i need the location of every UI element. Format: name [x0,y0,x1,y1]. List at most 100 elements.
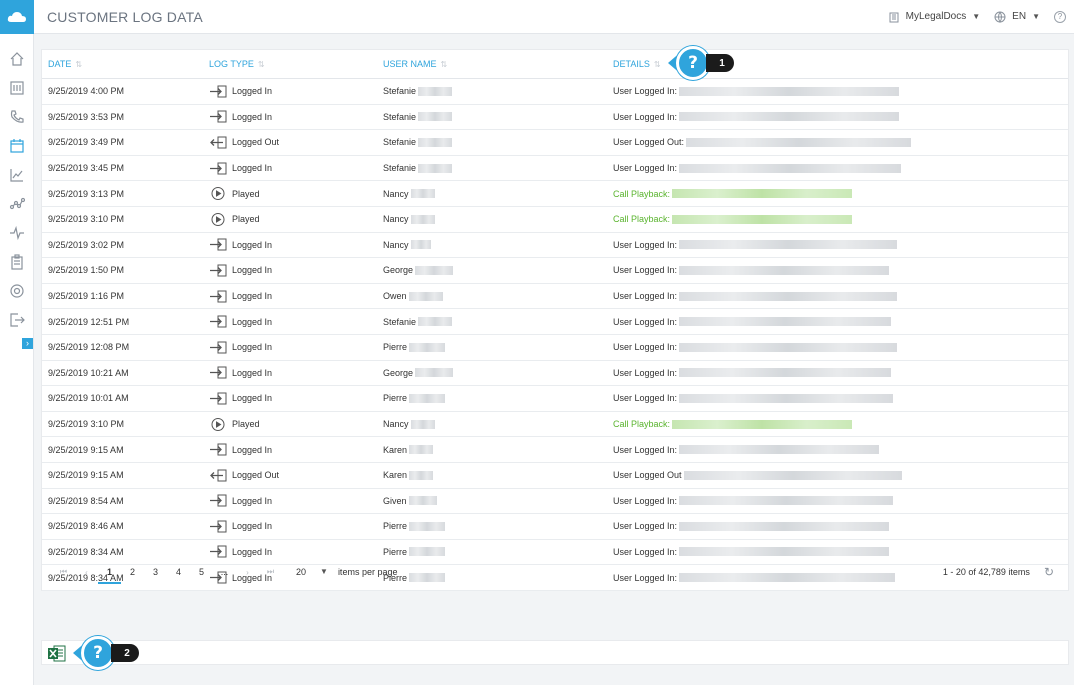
account-selector[interactable]: MyLegalDocs [906,11,967,22]
user-first-name: Given [383,495,407,506]
excel-export-icon[interactable] [48,645,66,662]
table-row[interactable]: 9/25/2019 4:00 PM Logged In Stefanie User L… [42,79,1068,105]
log-type-label: Logged Out [232,470,280,481]
details-label: Call Playback: [613,419,671,430]
cell-user-name: Owen [377,291,607,301]
sidebar-expand-button[interactable]: › [22,338,33,349]
redacted-surname [410,214,435,224]
sidebar-item-home[interactable] [0,44,34,73]
prev-page-button[interactable]: ‹ [75,568,98,577]
logout-arrow-icon [209,136,227,149]
help-icon[interactable]: ? [1054,10,1066,23]
sidebar-item-calendar[interactable] [0,131,34,160]
redacted-details [683,470,902,480]
cell-log-type: Logged In [203,494,377,507]
redacted-surname [409,521,446,531]
user-first-name: Karen [383,470,408,481]
redacted-surname [418,163,453,173]
cell-user-name: Stefanie [377,317,607,327]
table-row[interactable]: 9/25/2019 10:01 AM Logged In Pierre User Lo… [42,386,1068,412]
help-icon[interactable]: ? [676,46,710,80]
sidebar-item-analytics[interactable] [0,189,34,218]
user-first-name: Owen [383,291,407,302]
table-row[interactable]: 9/25/2019 3:10 PM Played Nancy Call Playbac… [42,412,1068,438]
sort-icon[interactable]: ⇅ [258,60,265,69]
chevron-down-icon[interactable]: ▼ [1032,12,1040,21]
sort-icon[interactable]: ⇅ [654,60,661,69]
table-row[interactable]: 9/25/2019 3:53 PM Logged In Stefanie User L… [42,105,1068,131]
first-page-button[interactable]: ⏮ [52,567,75,577]
language-selector[interactable]: EN [1012,11,1026,22]
page-4-button[interactable]: 4 [167,567,190,577]
sidebar-item-logout[interactable] [0,305,34,334]
cell-date: 9/25/2019 3:13 PM [48,188,125,199]
page-3-button[interactable]: 3 [144,567,167,577]
table-row[interactable]: 9/25/2019 12:51 PM Logged In Stefanie User … [42,309,1068,335]
sort-icon[interactable]: ⇅ [75,60,82,69]
table-row[interactable]: 9/25/2019 10:21 AM Logged In George User Lo… [42,361,1068,387]
column-header-user-name[interactable]: USER NAME ⇅ [377,59,607,69]
redacted-surname [410,189,435,199]
help-icon[interactable]: ? [81,636,115,670]
page-2-button[interactable]: 2 [121,567,144,577]
cell-date: 9/25/2019 9:15 AM [48,444,124,455]
column-header-date[interactable]: DATE ⇅ [42,59,203,69]
page-size-select[interactable]: 20 ▼ [296,567,328,577]
sidebar-item-clipboard[interactable] [0,247,34,276]
table-row[interactable]: 9/25/2019 3:10 PM Played Nancy Call Playbac… [42,207,1068,233]
column-header-log-type[interactable]: LOG TYPE ⇅ [203,59,377,69]
chevron-down-icon[interactable]: ▼ [972,12,980,21]
table-row[interactable]: 9/25/2019 9:15 AM Logged In Karen User Logg… [42,437,1068,463]
refresh-icon[interactable]: ↻ [1044,565,1054,579]
table-row[interactable]: 9/25/2019 3:45 PM Logged In Stefanie User L… [42,156,1068,182]
last-page-button[interactable]: ⏭ [259,567,282,577]
cell-details: User Logged Out [607,470,1068,480]
redacted-surname [408,291,443,301]
table-row[interactable]: 9/25/2019 1:50 PM Logged In George User Log… [42,258,1068,284]
log-type-label: Logged In [232,444,273,455]
clipboard-icon [10,253,23,270]
details-label: User Logged In: [613,86,678,97]
table-row[interactable]: 9/25/2019 1:16 PM Logged In Owen User Logge… [42,284,1068,310]
dashboard-icon [9,80,24,95]
table-row[interactable]: 9/25/2019 9:15 AM Logged Out Karen User Log… [42,463,1068,489]
chevron-down-icon[interactable]: ▼ [320,567,328,577]
table-row[interactable]: 9/25/2019 3:02 PM Logged In Nancy User Logg… [42,233,1068,259]
page-1-button[interactable]: 1 [98,567,121,584]
table-row[interactable]: 9/25/2019 3:49 PM Logged Out Stefanie User … [42,130,1068,156]
page-5-button[interactable]: 5 [190,567,213,577]
sidebar-item-pulse[interactable] [0,218,34,247]
table-row[interactable]: 9/25/2019 8:46 AM Logged In Pierre User Log… [42,514,1068,540]
help-callout-1[interactable]: ? 1 [668,46,734,80]
table-row[interactable]: 9/25/2019 3:13 PM Played Nancy Call Playbac… [42,181,1068,207]
redacted-details [679,496,894,506]
sidebar-item-chart[interactable] [0,160,34,189]
sort-icon[interactable]: ⇅ [441,60,448,69]
cell-log-type: Logged In [203,264,377,277]
log-type-label: Played [232,214,260,225]
log-type-label: Logged In [232,316,273,327]
sidebar-item-phone[interactable] [0,102,34,131]
cell-user-name: Pierre [377,393,607,403]
app-logo[interactable] [0,0,34,34]
play-icon [209,187,227,201]
redacted-details [679,393,894,403]
table-header: DATE ⇅ LOG TYPE ⇅ USER NAME ⇅ DETAILS ⇅ [42,50,1068,79]
details-label: User Logged Out: [613,137,685,148]
table-row[interactable]: 9/25/2019 8:54 AM Logged In Given User Logg… [42,489,1068,515]
details-label: User Logged In: [613,495,678,506]
help-callout-2[interactable]: ? 2 [73,636,139,670]
details-label: User Logged In: [613,163,678,174]
user-first-name: Pierre [383,521,408,532]
sidebar-item-settings[interactable] [0,276,34,305]
cell-details: User Logged In: [607,240,1068,250]
sidebar-item-dashboard[interactable] [0,73,34,102]
redacted-details [672,419,853,429]
more-pages-button[interactable]: ... [213,567,236,577]
redacted-details [679,521,890,531]
cell-user-name: Nancy [377,189,607,199]
table-row[interactable]: 9/25/2019 12:08 PM Logged In Pierre User Lo… [42,335,1068,361]
next-page-button[interactable]: › [236,568,259,577]
cell-log-type: Logged In [203,366,377,379]
redacted-details [686,137,912,147]
